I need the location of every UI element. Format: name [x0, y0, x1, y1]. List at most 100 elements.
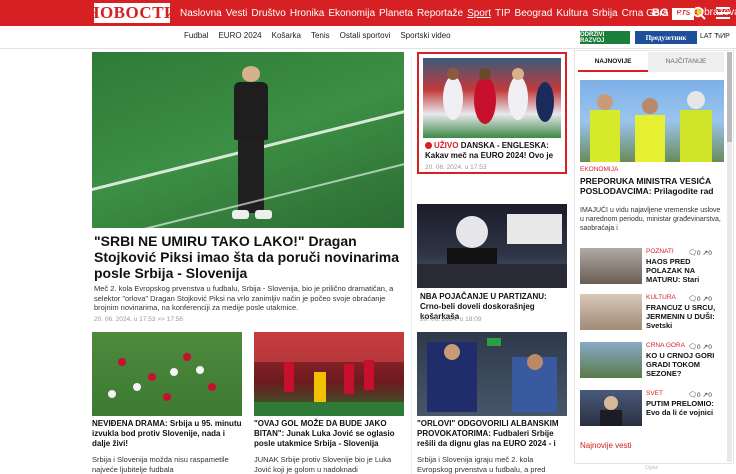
- comment-icon: 🗨: [688, 344, 697, 351]
- workers-illustration: [590, 91, 712, 162]
- comment-count: 0: [696, 392, 701, 399]
- main-article-title[interactable]: "SRBI NE UMIRU TAKO LAKO!" Dragan Stojko…: [94, 233, 406, 281]
- live-article-box[interactable]: UŽIVO DANSKA - ENGLESKA: Kakav meč na EU…: [417, 52, 567, 174]
- sidebar-item-1-counts: 🗨0 ↗0: [688, 249, 712, 257]
- nav-sport[interactable]: Sport: [467, 8, 491, 19]
- odrzivi-razvoj-button[interactable]: ODRŽIVI RAZVOJ: [580, 31, 630, 44]
- sidebar-item-1-thumb: [580, 248, 642, 284]
- nav-reportaze[interactable]: Reportaže: [417, 8, 463, 19]
- partizan-article-image[interactable]: [417, 204, 567, 288]
- nav-tip[interactable]: TIP: [495, 8, 511, 19]
- tab-najnovije[interactable]: NAJNOVIJE: [578, 52, 648, 72]
- novosti-logo[interactable]: НОВОСТИ: [86, 1, 177, 25]
- sidebar-top-text: IMAJUĆI u vidu najavljene vremenske uslo…: [580, 207, 721, 232]
- comment-icon: 🗨: [688, 392, 697, 399]
- bottom-article-3-image[interactable]: [417, 332, 567, 416]
- goal-illustration: [254, 332, 404, 416]
- match-illustration: [108, 353, 216, 401]
- sidebar-item-4-counts: 🗨0 ↗0: [688, 391, 712, 399]
- preduzetnik-button[interactable]: Предузетник: [635, 31, 697, 44]
- bottom-article-3-title[interactable]: "ORLOVI" ODGOVORILI ALBANSKIM PROVOKATOR…: [417, 419, 569, 449]
- crowd-illustration: [417, 214, 567, 288]
- subnav-ostali-sportovi[interactable]: Ostali sportovi: [340, 31, 391, 40]
- sidebar-item-2-thumb: [580, 294, 642, 330]
- sidebar-item-4-category: SVET: [646, 390, 663, 397]
- players-illustration: [443, 68, 554, 124]
- subnav-sportski-video[interactable]: Sportski video: [400, 31, 450, 40]
- all-news-link[interactable]: Najnovije vesti: [580, 441, 632, 450]
- bottom-article-2-title[interactable]: "OVAJ GOL MOŽE DA BUDE JAKO BITAN": Juna…: [254, 419, 406, 449]
- nav-naslovna[interactable]: Naslovna: [180, 8, 222, 19]
- main-article-image[interactable]: [92, 52, 404, 228]
- bottom-article-3-text: Srbija i Slovenija igraju meč 2. kola Ev…: [417, 455, 546, 474]
- bottom-article-2-image[interactable]: [254, 332, 404, 416]
- live-dot-icon: [425, 142, 432, 150]
- main-article-lead: Meč 2. kola Evropskog prvenstva u fudbal…: [94, 284, 394, 312]
- sidebar-item-4[interactable]: SVET 🗨0 ↗0 PUTIM PRELOMIO: Evo da li će …: [580, 390, 726, 430]
- person-illustration: [600, 396, 622, 426]
- nav-srbija[interactable]: Srbija: [592, 8, 618, 19]
- nav-vesti[interactable]: Vesti: [226, 8, 248, 19]
- hamburger-menu-icon[interactable]: [716, 7, 730, 19]
- sidebar-item-2[interactable]: KULTURA 🗨0 ↗0 FRANCUZ U SRCU, JERMENIN U…: [580, 294, 726, 334]
- comment-count: 0: [696, 296, 701, 303]
- column-divider: [411, 56, 412, 474]
- sidebar-item-4-title: PUTIM PRELOMIO: Evo da li će vojnici: [646, 399, 714, 417]
- nav-ekonomija[interactable]: Ekonomija: [328, 8, 375, 19]
- sidebar-item-1-title: HAOS PRED POLAZAK NA MATURU: Stari: [646, 257, 700, 284]
- sidebar-item-2-title: FRANCUZ U SRCU, JERMENIN U DUŠI: Svetski: [646, 303, 716, 330]
- top-navigation-bar: НОВОСТИ Naslovna Vesti Društvo Hronika E…: [0, 0, 736, 26]
- sidebar-item-1-category: POZNATI: [646, 248, 674, 255]
- bottom-article-2-text: JUNAK Srbije protiv Slovenije bio je Luk…: [254, 455, 392, 474]
- sidebar-item-2-category: KULTURA: [646, 294, 676, 301]
- share-count: 0: [708, 250, 712, 257]
- script-switch[interactable]: LAT ЋИР: [700, 33, 730, 40]
- sidebar-top-image[interactable]: [580, 80, 724, 162]
- search-icon[interactable]: [692, 6, 706, 20]
- bottom-article-1-text: Srbija i Slovenija možda nisu raspametil…: [92, 455, 229, 474]
- players-bench-illustration: [427, 338, 557, 412]
- live-article-title: UŽIVO DANSKA - ENGLESKA: Kakav meč na EU…: [425, 141, 561, 161]
- sidebar-item-3-category: CRNA GORA: [646, 342, 686, 349]
- subnav-euro-2024[interactable]: EURO 2024: [218, 31, 261, 40]
- sidebar-item-3-thumb: [580, 342, 642, 378]
- comment-icon: 🗨: [688, 250, 697, 257]
- header-divider: [0, 48, 736, 49]
- subnav-kosarka[interactable]: Košarka: [272, 31, 301, 40]
- weather-text: BG 32 °: [652, 7, 692, 19]
- nav-kultura[interactable]: Kultura: [556, 8, 588, 19]
- sidebar-item-3-title: KO U CRNOJ GORI GRADI TOKOM SEZONE?: [646, 351, 715, 378]
- sidebar-item-3-counts: 🗨0 ↗0: [688, 343, 712, 351]
- sidebar-item-2-counts: 🗨0 ↗0: [688, 295, 712, 303]
- live-article-date: 20. 06. 2024. u 17:53: [425, 164, 487, 171]
- nav-hronika[interactable]: Hronika: [290, 8, 324, 19]
- share-count: 0: [708, 392, 712, 399]
- comment-icon: 🗨: [688, 296, 697, 303]
- share-count: 0: [708, 296, 712, 303]
- nav-beograd[interactable]: Beograd: [515, 8, 553, 19]
- sidebar-item-3[interactable]: CRNA GORA 🗨0 ↗0 KO U CRNOJ GORI GRADI TO…: [580, 342, 726, 382]
- nav-drustvo[interactable]: Društvo: [251, 8, 285, 19]
- subnav-fudbal[interactable]: Fudbal: [184, 31, 208, 40]
- sidebar-tabs: NAJNOVIJE NAJČITANIJE: [578, 52, 724, 72]
- live-badge: UŽIVO: [434, 141, 459, 150]
- ad-label: Oglas: [645, 465, 659, 471]
- coach-figure: [232, 66, 272, 221]
- tab-najcitanije[interactable]: NAJČITANIJE: [648, 52, 724, 72]
- bottom-article-1-image[interactable]: [92, 332, 242, 416]
- comment-count: 0: [696, 344, 701, 351]
- bottom-article-1-title[interactable]: NEVIĐENA DRAMA: Srbija u 95. minutu izvu…: [92, 419, 242, 449]
- nav-planeta[interactable]: Planeta: [379, 8, 413, 19]
- share-count: 0: [708, 344, 712, 351]
- main-article-date: 20. 06. 2024. u 17:53 >> 17:56: [94, 316, 183, 323]
- sidebar-top-category: EKONOMIJA: [580, 166, 619, 173]
- partizan-article-date: 20. 06. 2024. u 18:09: [420, 316, 482, 323]
- subnav-tenis[interactable]: Tenis: [311, 31, 330, 40]
- sport-subnav: Fudbal EURO 2024 Košarka Tenis Ostali sp…: [184, 31, 451, 40]
- sidebar-scrollbar-thumb[interactable]: [727, 52, 732, 142]
- sidebar-item-4-thumb: [580, 390, 642, 426]
- live-article-image: [423, 58, 561, 138]
- sidebar-item-1[interactable]: POZNATI 🗨0 ↗0 HAOS PRED POLAZAK NA MATUR…: [580, 248, 726, 288]
- sidebar-top-title[interactable]: PREPORUKA MINISTRA VESIĆA POSLODAVCIMA: …: [580, 176, 726, 196]
- comment-count: 0: [696, 250, 701, 257]
